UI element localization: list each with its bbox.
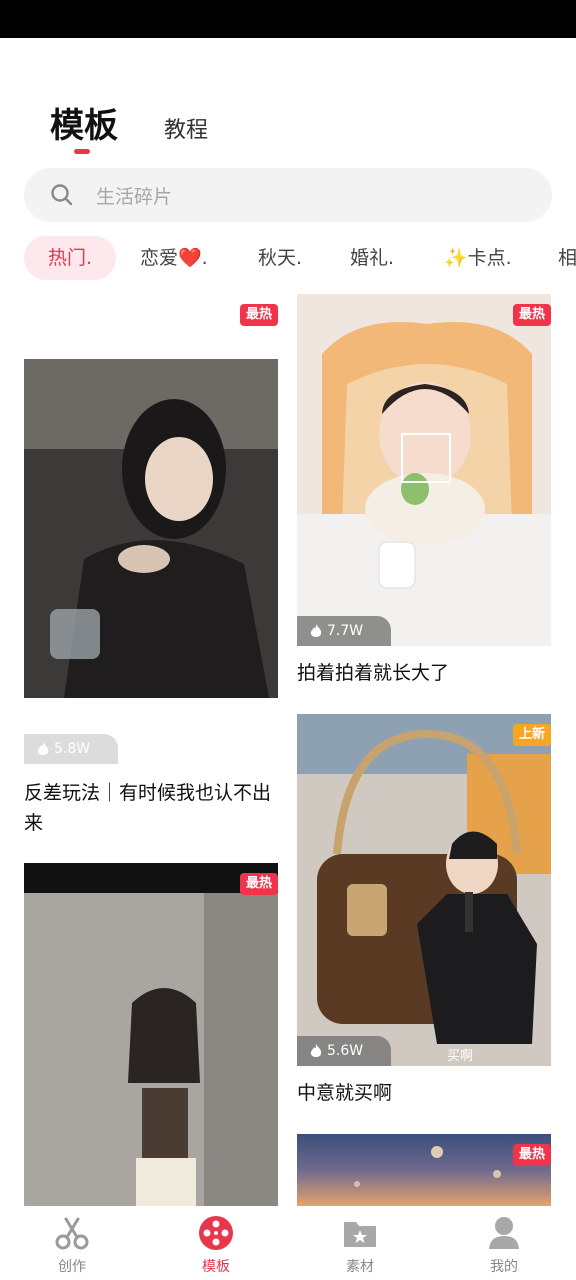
card-badge: 最热: [239, 873, 278, 895]
film-reel-icon: [199, 1216, 233, 1250]
flame-icon: [310, 1044, 322, 1057]
nav-profile[interactable]: 我的: [456, 1206, 552, 1276]
card-thumbnail: [24, 863, 278, 1206]
tab-templates[interactable]: 模板: [50, 98, 118, 147]
card-views-count: 5.8W: [54, 741, 91, 757]
folder-star-icon: [344, 1222, 376, 1247]
chip-love[interactable]: 恋爱❤️.: [140, 236, 208, 280]
chip-hot[interactable]: 热门.: [24, 236, 117, 280]
nav-materials[interactable]: 素材: [312, 1206, 408, 1276]
card-thumbnail-image: [24, 863, 278, 1206]
card-thumbnail-image: [24, 359, 278, 698]
nav-label: 我的: [490, 1259, 518, 1275]
nav-label: 素材: [346, 1259, 374, 1275]
bottom-nav: 创作 模板 素材 我的: [0, 1206, 576, 1280]
template-card[interactable]: 最热 7.7W 拍着拍着就长大了: [297, 294, 551, 694]
person-icon: [489, 1217, 519, 1249]
nav-create[interactable]: 创作: [24, 1206, 120, 1276]
card-overlay-text: 买啊: [447, 1049, 473, 1064]
flame-icon: [310, 624, 322, 637]
search-bar[interactable]: 生活碎片: [24, 168, 552, 222]
chip-beat[interactable]: ✨卡点.: [444, 236, 512, 280]
top-tabs: 模板 教程: [0, 90, 576, 160]
flame-icon: [37, 742, 49, 755]
template-card[interactable]: 最热 5.8W 反差玩法｜有时候我也认不出来: [24, 294, 278, 842]
card-views-count: 7.7W: [327, 623, 364, 639]
card-thumbnail-image: [297, 294, 551, 646]
card-views-count: 5.6W: [327, 1043, 364, 1059]
card-thumbnail-image: 买啊: [297, 714, 551, 1066]
card-thumbnail: 买啊: [297, 714, 551, 1066]
card-badge: 最热: [512, 1144, 551, 1166]
template-card[interactable]: 最热: [297, 1134, 551, 1206]
chip-autumn[interactable]: 秋天.: [258, 236, 302, 280]
card-title: 反差玩法｜有时候我也认不出来: [24, 782, 272, 834]
card-views: 5.8W: [24, 734, 119, 764]
card-badge: 最热: [512, 304, 551, 326]
card-title: 拍着拍着就长大了: [297, 662, 450, 684]
nav-templates[interactable]: 模板: [168, 1206, 264, 1276]
nav-label: 模板: [202, 1259, 230, 1275]
template-card[interactable]: 买啊 上新 5.6W 中意就买啊: [297, 714, 551, 1114]
card-badge: 上新: [512, 724, 551, 746]
chip-wedding[interactable]: 婚礼.: [350, 236, 394, 280]
card-thumbnail: [297, 294, 551, 646]
status-bar: [0, 0, 576, 38]
tab-tutorials[interactable]: 教程: [164, 112, 208, 144]
card-badge: 最热: [239, 304, 278, 326]
category-chips: 热门. 恋爱❤️. 秋天. 婚礼. ✨卡点. 相: [0, 236, 576, 282]
search-placeholder: 生活碎片: [96, 185, 173, 208]
card-title: 中意就买啊: [297, 1082, 393, 1104]
nav-label: 创作: [58, 1259, 86, 1275]
scissors-icon: [55, 1217, 89, 1250]
card-views: 5.6W: [297, 1036, 392, 1066]
tab-active-indicator: [74, 149, 90, 154]
chip-more[interactable]: 相: [558, 236, 576, 280]
template-card[interactable]: 最热: [24, 863, 278, 1206]
card-thumbnail: [24, 359, 278, 698]
card-views: 7.7W: [297, 616, 392, 646]
search-icon: [51, 184, 73, 206]
